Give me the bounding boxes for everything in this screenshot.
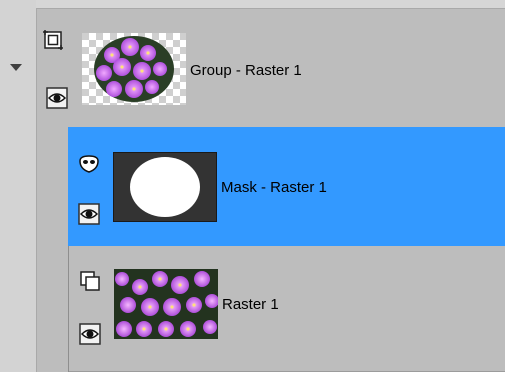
visibility-toggle-group[interactable] — [46, 87, 68, 109]
layer-thumbnail-raster — [114, 269, 218, 339]
visibility-toggle-mask[interactable] — [78, 203, 100, 225]
layer-name-group: Group - Raster 1 — [190, 62, 302, 79]
raster-layer-icon — [80, 271, 100, 291]
expand-triangle-icon[interactable] — [10, 64, 22, 71]
layer-thumbnail-group — [82, 33, 186, 105]
eye-icon — [46, 87, 68, 109]
layer-row-raster[interactable]: Raster 1 — [68, 246, 505, 372]
panel-gutter — [0, 0, 36, 372]
layer-thumbnail-mask — [113, 152, 217, 222]
layers-panel: Group - Raster 1 Mask - Raster 1 Raster … — [0, 0, 505, 372]
group-layer-icon — [43, 30, 63, 50]
layer-row-group[interactable]: Group - Raster 1 — [36, 8, 505, 127]
layer-row-mask[interactable]: Mask - Raster 1 — [68, 127, 505, 246]
visibility-toggle-raster[interactable] — [79, 323, 101, 345]
group-children-gutter — [36, 127, 68, 372]
eye-icon — [78, 203, 100, 225]
mask-layer-icon — [79, 155, 99, 173]
layer-name-raster: Raster 1 — [222, 296, 279, 313]
eye-icon — [79, 323, 101, 345]
layer-name-mask: Mask - Raster 1 — [221, 179, 327, 196]
